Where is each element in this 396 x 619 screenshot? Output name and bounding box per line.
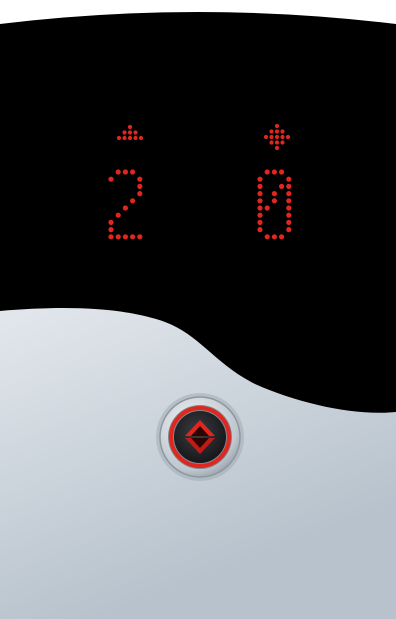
- led-dot: [286, 183, 292, 189]
- led-dot: [279, 234, 285, 240]
- led-dot: [137, 183, 143, 189]
- led-dot: [130, 169, 136, 175]
- led-dot: [279, 183, 285, 189]
- led-dot: [115, 169, 121, 175]
- led-dot: [286, 191, 292, 197]
- led-dot: [271, 198, 277, 204]
- led-dot: [108, 176, 114, 182]
- led-dot: [271, 169, 277, 175]
- elevator-panel-graphic: [0, 12, 396, 619]
- led-dot: [279, 169, 285, 175]
- elevator-panel: [0, 0, 396, 619]
- led-dot: [271, 234, 277, 240]
- led-dot: [257, 183, 263, 189]
- led-dot: [280, 129, 285, 134]
- led-dot: [108, 227, 114, 233]
- led-dot: [271, 191, 277, 197]
- led-dot: [286, 205, 292, 211]
- led-dot: [257, 205, 263, 211]
- led-dot: [274, 145, 280, 151]
- led-dot: [127, 124, 133, 130]
- led-dot: [263, 134, 269, 140]
- led-dot: [122, 205, 128, 211]
- led-dot: [264, 169, 270, 175]
- led-dot: [274, 140, 280, 145]
- led-dot: [257, 219, 263, 225]
- led-dot: [280, 140, 285, 145]
- led-dot: [115, 234, 121, 240]
- led-dot: [122, 135, 127, 141]
- led-dot: [269, 140, 274, 145]
- led-dot: [286, 212, 292, 218]
- led-dot: [122, 234, 128, 240]
- led-dot: [257, 227, 263, 233]
- led-dot: [137, 191, 143, 197]
- led-dot: [285, 134, 291, 140]
- led-dot: [127, 130, 133, 135]
- led-dot: [257, 198, 263, 204]
- led-dot: [257, 212, 263, 218]
- led-dot: [108, 219, 114, 225]
- led-dot: [257, 191, 263, 197]
- call-button[interactable]: [156, 393, 244, 481]
- led-dot: [137, 234, 143, 240]
- led-dot: [138, 135, 144, 141]
- led-dot: [280, 134, 285, 140]
- led-dot: [130, 234, 136, 240]
- led-dot: [137, 176, 143, 182]
- led-dot: [115, 212, 121, 218]
- led-dot: [133, 135, 138, 141]
- led-dot: [122, 169, 128, 175]
- led-dot: [274, 129, 280, 134]
- led-dot: [269, 134, 274, 140]
- led-dot: [108, 234, 114, 240]
- led-dot: [257, 176, 263, 182]
- led-dot: [264, 234, 270, 240]
- led-dot: [133, 130, 138, 135]
- led-dot: [286, 219, 292, 225]
- led-dot: [130, 198, 136, 204]
- led-dot: [274, 134, 280, 140]
- led-dot: [286, 227, 292, 233]
- led-dot: [127, 135, 133, 141]
- led-dot: [286, 176, 292, 182]
- led-dot: [116, 135, 122, 141]
- led-dot: [274, 123, 280, 129]
- led-dot: [264, 205, 270, 211]
- led-dot: [286, 198, 292, 204]
- led-dot: [269, 129, 274, 134]
- led-dot: [122, 130, 127, 135]
